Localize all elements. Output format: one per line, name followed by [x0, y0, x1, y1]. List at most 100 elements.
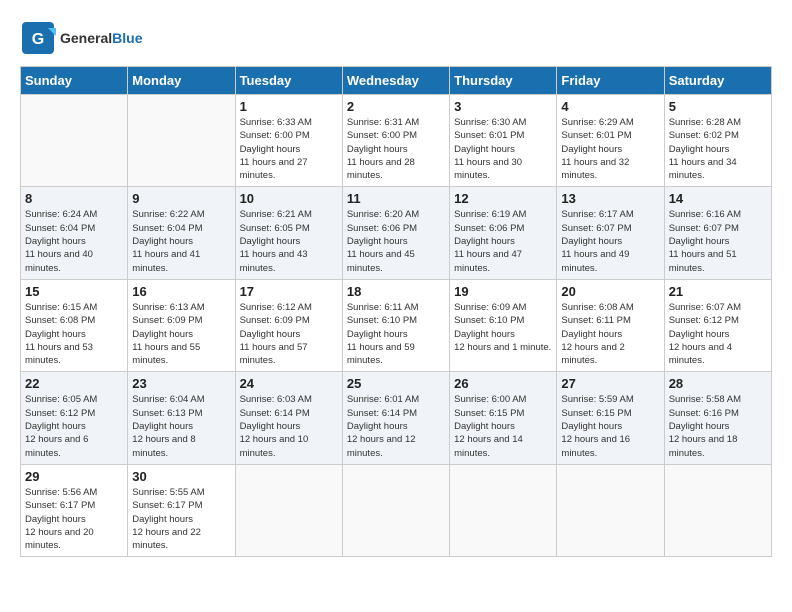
day-number: 1 [240, 99, 338, 114]
calendar-week-row: 8 Sunrise: 6:24 AMSunset: 6:04 PMDaylight… [21, 187, 772, 279]
calendar-day-cell: 27 Sunrise: 5:59 AMSunset: 6:15 PMDayligh… [557, 372, 664, 464]
calendar-day-cell [21, 95, 128, 187]
weekday-header-saturday: Saturday [664, 67, 771, 95]
calendar-day-cell: 20 Sunrise: 6:08 AMSunset: 6:11 PMDayligh… [557, 279, 664, 371]
calendar-day-cell: 16 Sunrise: 6:13 AMSunset: 6:09 PMDayligh… [128, 279, 235, 371]
day-number: 30 [132, 469, 230, 484]
calendar-week-row: 15 Sunrise: 6:15 AMSunset: 6:08 PMDayligh… [21, 279, 772, 371]
day-detail: Sunrise: 6:21 AMSunset: 6:05 PMDaylight … [240, 208, 338, 274]
calendar-day-cell: 28 Sunrise: 5:58 AMSunset: 6:16 PMDayligh… [664, 372, 771, 464]
calendar-day-cell: 9 Sunrise: 6:22 AMSunset: 6:04 PMDaylight… [128, 187, 235, 279]
calendar-day-cell: 21 Sunrise: 6:07 AMSunset: 6:12 PMDayligh… [664, 279, 771, 371]
calendar-day-cell: 23 Sunrise: 6:04 AMSunset: 6:13 PMDayligh… [128, 372, 235, 464]
weekday-header-sunday: Sunday [21, 67, 128, 95]
day-detail: Sunrise: 6:13 AMSunset: 6:09 PMDaylight … [132, 301, 230, 367]
calendar-week-row: 22Sunrise: 6:05 AMSunset: 6:12 PMDayligh… [21, 372, 772, 464]
day-number: 8 [25, 191, 123, 206]
day-number: 4 [561, 99, 659, 114]
calendar-day-cell [557, 464, 664, 556]
day-number: 17 [240, 284, 338, 299]
day-detail: Sunrise: 6:17 AMSunset: 6:07 PMDaylight … [561, 208, 659, 274]
day-detail: Sunrise: 6:15 AMSunset: 6:08 PMDaylight … [25, 301, 123, 367]
calendar-day-cell: 10 Sunrise: 6:21 AMSunset: 6:05 PMDayligh… [235, 187, 342, 279]
day-number: 29 [25, 469, 123, 484]
calendar-day-cell: 25 Sunrise: 6:01 AMSunset: 6:14 PMDayligh… [342, 372, 449, 464]
day-detail: Sunrise: 6:04 AMSunset: 6:13 PMDaylight … [132, 393, 230, 459]
calendar-day-cell [342, 464, 449, 556]
day-detail: Sunrise: 6:07 AMSunset: 6:12 PMDaylight … [669, 301, 767, 367]
day-number: 22 [25, 376, 123, 391]
day-number: 28 [669, 376, 767, 391]
day-number: 12 [454, 191, 552, 206]
day-detail: Sunrise: 6:19 AMSunset: 6:06 PMDaylight … [454, 208, 552, 274]
day-detail: Sunrise: 6:33 AMSunset: 6:00 PMDaylight … [240, 116, 338, 182]
calendar-day-cell: 2Sunrise: 6:31 AMSunset: 6:00 PMDaylight… [342, 95, 449, 187]
day-number: 13 [561, 191, 659, 206]
day-detail: Sunrise: 6:29 AMSunset: 6:01 PMDaylight … [561, 116, 659, 182]
calendar-day-cell: 26 Sunrise: 6:00 AMSunset: 6:15 PMDayligh… [450, 372, 557, 464]
calendar-day-cell: 3Sunrise: 6:30 AMSunset: 6:01 PMDaylight… [450, 95, 557, 187]
day-number: 14 [669, 191, 767, 206]
svg-text:G: G [32, 31, 44, 48]
weekday-header-friday: Friday [557, 67, 664, 95]
day-number: 10 [240, 191, 338, 206]
logo: G GeneralBlue [20, 20, 142, 56]
day-number: 9 [132, 191, 230, 206]
calendar-day-cell: 22Sunrise: 6:05 AMSunset: 6:12 PMDayligh… [21, 372, 128, 464]
calendar-day-cell: 17Sunrise: 6:12 AMSunset: 6:09 PMDayligh… [235, 279, 342, 371]
day-number: 11 [347, 191, 445, 206]
day-number: 21 [669, 284, 767, 299]
page-header: G GeneralBlue [20, 20, 772, 56]
day-detail: Sunrise: 5:56 AMSunset: 6:17 PMDaylight … [25, 486, 123, 552]
day-number: 15 [25, 284, 123, 299]
day-detail: Sunrise: 6:01 AMSunset: 6:14 PMDaylight … [347, 393, 445, 459]
calendar-day-cell: 15 Sunrise: 6:15 AMSunset: 6:08 PMDayligh… [21, 279, 128, 371]
day-number: 20 [561, 284, 659, 299]
day-number: 26 [454, 376, 552, 391]
day-detail: Sunrise: 5:55 AMSunset: 6:17 PMDaylight … [132, 486, 230, 552]
day-number: 25 [347, 376, 445, 391]
day-detail: Sunrise: 5:59 AMSunset: 6:15 PMDaylight … [561, 393, 659, 459]
day-number: 19 [454, 284, 552, 299]
day-number: 2 [347, 99, 445, 114]
calendar-day-cell: 1 Sunrise: 6:33 AMSunset: 6:00 PMDaylight… [235, 95, 342, 187]
day-number: 5 [669, 99, 767, 114]
calendar-day-cell: 18Sunrise: 6:11 AMSunset: 6:10 PMDayligh… [342, 279, 449, 371]
weekday-header-tuesday: Tuesday [235, 67, 342, 95]
calendar-header-row: SundayMondayTuesdayWednesdayThursdayFrid… [21, 67, 772, 95]
calendar-day-cell [664, 464, 771, 556]
calendar-week-row: 1 Sunrise: 6:33 AMSunset: 6:00 PMDaylight… [21, 95, 772, 187]
calendar-day-cell: 14Sunrise: 6:16 AMSunset: 6:07 PMDayligh… [664, 187, 771, 279]
calendar-day-cell: 5 Sunrise: 6:28 AMSunset: 6:02 PMDaylight… [664, 95, 771, 187]
calendar-day-cell: 11 Sunrise: 6:20 AMSunset: 6:06 PMDayligh… [342, 187, 449, 279]
calendar-day-cell: 4 Sunrise: 6:29 AMSunset: 6:01 PMDaylight… [557, 95, 664, 187]
day-number: 23 [132, 376, 230, 391]
logo-text: GeneralBlue [60, 30, 142, 46]
calendar-day-cell: 29 Sunrise: 5:56 AMSunset: 6:17 PMDayligh… [21, 464, 128, 556]
day-number: 27 [561, 376, 659, 391]
day-number: 16 [132, 284, 230, 299]
calendar-day-cell: 19 Sunrise: 6:09 AMSunset: 6:10 PMDayligh… [450, 279, 557, 371]
weekday-header-thursday: Thursday [450, 67, 557, 95]
calendar-day-cell [235, 464, 342, 556]
calendar-day-cell [450, 464, 557, 556]
day-detail: Sunrise: 6:20 AMSunset: 6:06 PMDaylight … [347, 208, 445, 274]
calendar-table: SundayMondayTuesdayWednesdayThursdayFrid… [20, 66, 772, 557]
logo-icon: G [20, 20, 56, 56]
day-detail: Sunrise: 6:09 AMSunset: 6:10 PMDaylight … [454, 301, 552, 354]
day-detail: Sunrise: 5:58 AMSunset: 6:16 PMDaylight … [669, 393, 767, 459]
day-detail: Sunrise: 6:28 AMSunset: 6:02 PMDaylight … [669, 116, 767, 182]
calendar-day-cell: 13 Sunrise: 6:17 AMSunset: 6:07 PMDayligh… [557, 187, 664, 279]
day-detail: Sunrise: 6:03 AMSunset: 6:14 PMDaylight … [240, 393, 338, 459]
day-detail: Sunrise: 6:00 AMSunset: 6:15 PMDaylight … [454, 393, 552, 459]
weekday-header-monday: Monday [128, 67, 235, 95]
calendar-day-cell [128, 95, 235, 187]
calendar-day-cell: 24Sunrise: 6:03 AMSunset: 6:14 PMDayligh… [235, 372, 342, 464]
calendar-day-cell: 12 Sunrise: 6:19 AMSunset: 6:06 PMDayligh… [450, 187, 557, 279]
day-detail: Sunrise: 6:24 AMSunset: 6:04 PMDaylight … [25, 208, 123, 274]
calendar-week-row: 29 Sunrise: 5:56 AMSunset: 6:17 PMDayligh… [21, 464, 772, 556]
day-detail: Sunrise: 6:30 AMSunset: 6:01 PMDaylight … [454, 116, 552, 182]
day-detail: Sunrise: 6:08 AMSunset: 6:11 PMDaylight … [561, 301, 659, 367]
day-detail: Sunrise: 6:11 AMSunset: 6:10 PMDaylight … [347, 301, 445, 367]
day-detail: Sunrise: 6:22 AMSunset: 6:04 PMDaylight … [132, 208, 230, 274]
